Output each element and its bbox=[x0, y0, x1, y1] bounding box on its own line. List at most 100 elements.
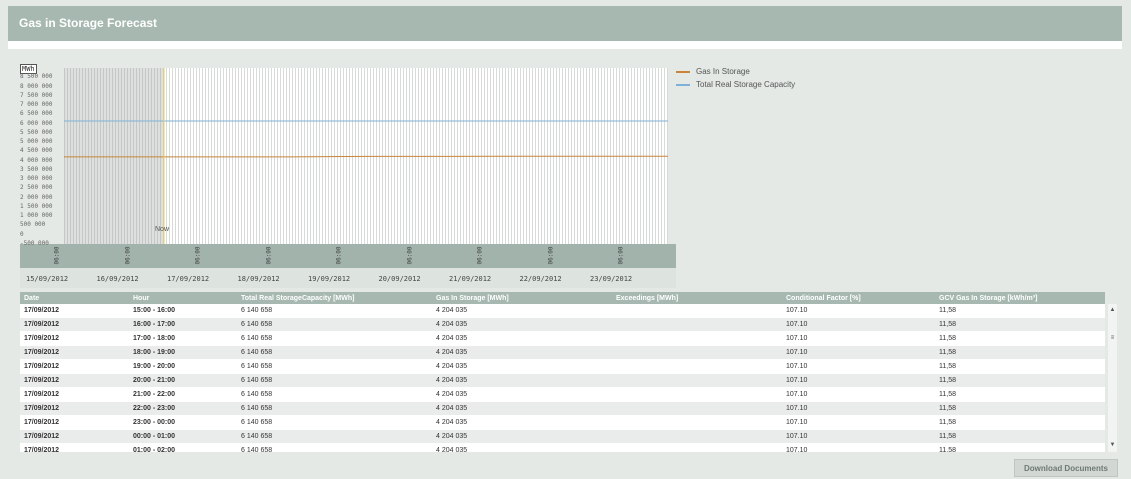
cell-gcv: 11,58 bbox=[935, 345, 1105, 360]
y-tick-label: 1 000 000 bbox=[20, 212, 53, 220]
cell-hour: 18:00 - 19:00 bbox=[129, 345, 237, 360]
y-tick-label: 3 500 000 bbox=[20, 165, 53, 173]
cell-conditional-factor: 107.10 bbox=[782, 415, 935, 430]
y-tick-label: 4 000 000 bbox=[20, 156, 53, 164]
cell-hour: 20:00 - 21:00 bbox=[129, 373, 237, 388]
cell-gas-in-storage: 4 204 035 bbox=[432, 387, 612, 402]
table-row[interactable]: 17/09/2012 21:00 - 22:00 6 140 658 4 204 03… bbox=[20, 387, 1105, 402]
cell-gcv: 11,58 bbox=[935, 331, 1105, 346]
col-hour[interactable]: Hour bbox=[129, 292, 237, 304]
x-date-label: 19/09/2012 bbox=[308, 275, 351, 283]
x-time-label: 06:00 bbox=[476, 246, 484, 265]
x-date-label: 18/09/2012 bbox=[237, 275, 280, 283]
gas-in-storage-line bbox=[64, 155, 668, 158]
y-tick-label: 6 000 000 bbox=[20, 119, 53, 127]
table-row[interactable]: 17/09/2012 22:00 - 23:00 6 140 658 4 204 03… bbox=[20, 401, 1105, 416]
col-date[interactable]: Date bbox=[20, 292, 129, 304]
page-title: Gas in Storage Forecast bbox=[19, 16, 158, 30]
table-row[interactable]: 17/09/2012 01:00 - 02:00 6 140 658 4 204 03… bbox=[20, 443, 1105, 452]
cell-exceedings bbox=[612, 373, 782, 388]
y-tick-label: 5 500 000 bbox=[20, 128, 53, 136]
y-tick-label: 6 500 000 bbox=[20, 110, 53, 118]
y-tick-label: 7 500 000 bbox=[20, 91, 53, 99]
y-tick-label: 8 500 000 bbox=[20, 73, 53, 81]
col-gcv[interactable]: GCV Gas In Storage [kWh/m³] bbox=[935, 292, 1105, 304]
cell-gas-in-storage: 4 204 035 bbox=[432, 373, 612, 388]
cell-conditional-factor: 107.10 bbox=[782, 359, 935, 374]
cell-total-capacity: 6 140 658 bbox=[237, 345, 432, 360]
cell-conditional-factor: 107.10 bbox=[782, 331, 935, 346]
cell-date: 17/09/2012 bbox=[20, 345, 129, 360]
cell-gcv: 11,58 bbox=[935, 387, 1105, 402]
cell-hour: 19:00 - 20:00 bbox=[129, 359, 237, 374]
cell-exceedings bbox=[612, 443, 782, 452]
cell-total-capacity: 6 140 658 bbox=[237, 443, 432, 452]
legend-label: Gas In Storage bbox=[696, 67, 750, 76]
cell-gas-in-storage: 4 204 035 bbox=[432, 429, 612, 444]
cell-exceedings bbox=[612, 429, 782, 444]
x-date-label: 17/09/2012 bbox=[167, 275, 210, 283]
table-row[interactable]: 17/09/2012 23:00 - 00:00 6 140 658 4 204 03… bbox=[20, 415, 1105, 430]
cell-conditional-factor: 107.10 bbox=[782, 317, 935, 332]
table-header-row: Date Hour Total Real StorageCapacity [MW… bbox=[20, 292, 1105, 304]
cell-gas-in-storage: 4 204 035 bbox=[432, 359, 612, 374]
scroll-grip-icon[interactable]: ≡ bbox=[1108, 334, 1117, 343]
scroll-down-icon[interactable]: ▼ bbox=[1108, 441, 1117, 450]
y-tick-label: 2 000 000 bbox=[20, 193, 53, 201]
cell-hour: 16:00 - 17:00 bbox=[129, 317, 237, 332]
forecast-table-wrap[interactable]: Date Hour Total Real StorageCapacity [MW… bbox=[20, 292, 1116, 452]
cell-gcv: 11,58 bbox=[935, 429, 1105, 444]
x-time-label: 06:00 bbox=[265, 246, 272, 265]
cell-exceedings bbox=[612, 331, 782, 346]
table-row[interactable]: 17/09/2012 18:00 - 19:00 6 140 658 4 204 03… bbox=[20, 345, 1105, 360]
cell-total-capacity: 6 140 658 bbox=[237, 359, 432, 374]
table-row[interactable]: 17/09/2012 00:00 - 01:00 6 140 658 4 204 03… bbox=[20, 429, 1105, 444]
col-total-capacity[interactable]: Total Real StorageCapacity [MWh] bbox=[237, 292, 432, 304]
y-tick-label: 5 000 000 bbox=[20, 138, 53, 146]
col-gas-in-storage[interactable]: Gas In Storage [MWh] bbox=[432, 292, 612, 304]
cell-exceedings bbox=[612, 415, 782, 430]
scroll-up-icon[interactable]: ▲ bbox=[1108, 306, 1117, 315]
cell-hour: 22:00 - 23:00 bbox=[129, 401, 237, 416]
cell-exceedings bbox=[612, 359, 782, 374]
forecast-table: Date Hour Total Real StorageCapacity [MW… bbox=[20, 292, 1105, 452]
y-tick-label: 2 500 000 bbox=[20, 184, 53, 192]
cell-exceedings bbox=[612, 304, 782, 318]
table-scrollbar[interactable]: ▲ ≡ ▼ bbox=[1108, 304, 1117, 452]
cell-conditional-factor: 107.10 bbox=[782, 443, 935, 452]
x-date-label: 20/09/2012 bbox=[378, 275, 421, 283]
x-date-label: 16/09/2012 bbox=[96, 275, 139, 283]
cell-hour: 17:00 - 18:00 bbox=[129, 331, 237, 346]
x-date-label: 22/09/2012 bbox=[519, 275, 562, 283]
cell-conditional-factor: 107.10 bbox=[782, 387, 935, 402]
y-tick-label: 3 000 000 bbox=[20, 175, 53, 183]
x-time-label: 06:00 bbox=[547, 246, 554, 265]
cell-total-capacity: 6 140 658 bbox=[237, 387, 432, 402]
x-date-label: 23/09/2012 bbox=[590, 275, 633, 283]
cell-date: 17/09/2012 bbox=[20, 359, 129, 374]
col-conditional-factor[interactable]: Conditional Factor [%] bbox=[782, 292, 935, 304]
col-exceedings[interactable]: Exceedings [MWh] bbox=[612, 292, 782, 304]
cell-hour: 15:00 - 16:00 bbox=[129, 304, 237, 318]
y-tick-label: 8 000 000 bbox=[20, 82, 53, 90]
download-documents-button[interactable]: Download Documents bbox=[1014, 459, 1118, 477]
cell-hour: 01:00 - 02:00 bbox=[129, 443, 237, 452]
x-time-label: 06:00 bbox=[617, 246, 625, 265]
cell-total-capacity: 6 140 658 bbox=[237, 373, 432, 388]
now-label: Now bbox=[155, 226, 170, 233]
cell-conditional-factor: 107.10 bbox=[782, 304, 935, 318]
table-row[interactable]: 17/09/2012 16:00 - 17:00 6 140 658 4 204 03… bbox=[20, 317, 1105, 332]
table-row[interactable]: 17/09/2012 15:00 - 16:00 6 140 658 4 204 03… bbox=[20, 304, 1105, 318]
table-row[interactable]: 17/09/2012 20:00 - 21:00 6 140 658 4 204 03… bbox=[20, 373, 1105, 388]
x-time-label: 06:00 bbox=[124, 246, 131, 265]
y-tick-label: 4 500 000 bbox=[20, 147, 53, 155]
cell-conditional-factor: 107.10 bbox=[782, 401, 935, 416]
y-tick-label: 0 bbox=[20, 230, 24, 238]
table-row[interactable]: 17/09/2012 19:00 - 20:00 6 140 658 4 204 03… bbox=[20, 359, 1105, 374]
cell-gas-in-storage: 4 204 035 bbox=[432, 345, 612, 360]
cell-date: 17/09/2012 bbox=[20, 401, 129, 416]
title-bar: Gas in Storage Forecast bbox=[8, 6, 1122, 41]
cell-total-capacity: 6 140 658 bbox=[237, 401, 432, 416]
table-row[interactable]: 17/09/2012 17:00 - 18:00 6 140 658 4 204 03… bbox=[20, 331, 1105, 346]
x-time-label: 06:00 bbox=[53, 246, 61, 265]
